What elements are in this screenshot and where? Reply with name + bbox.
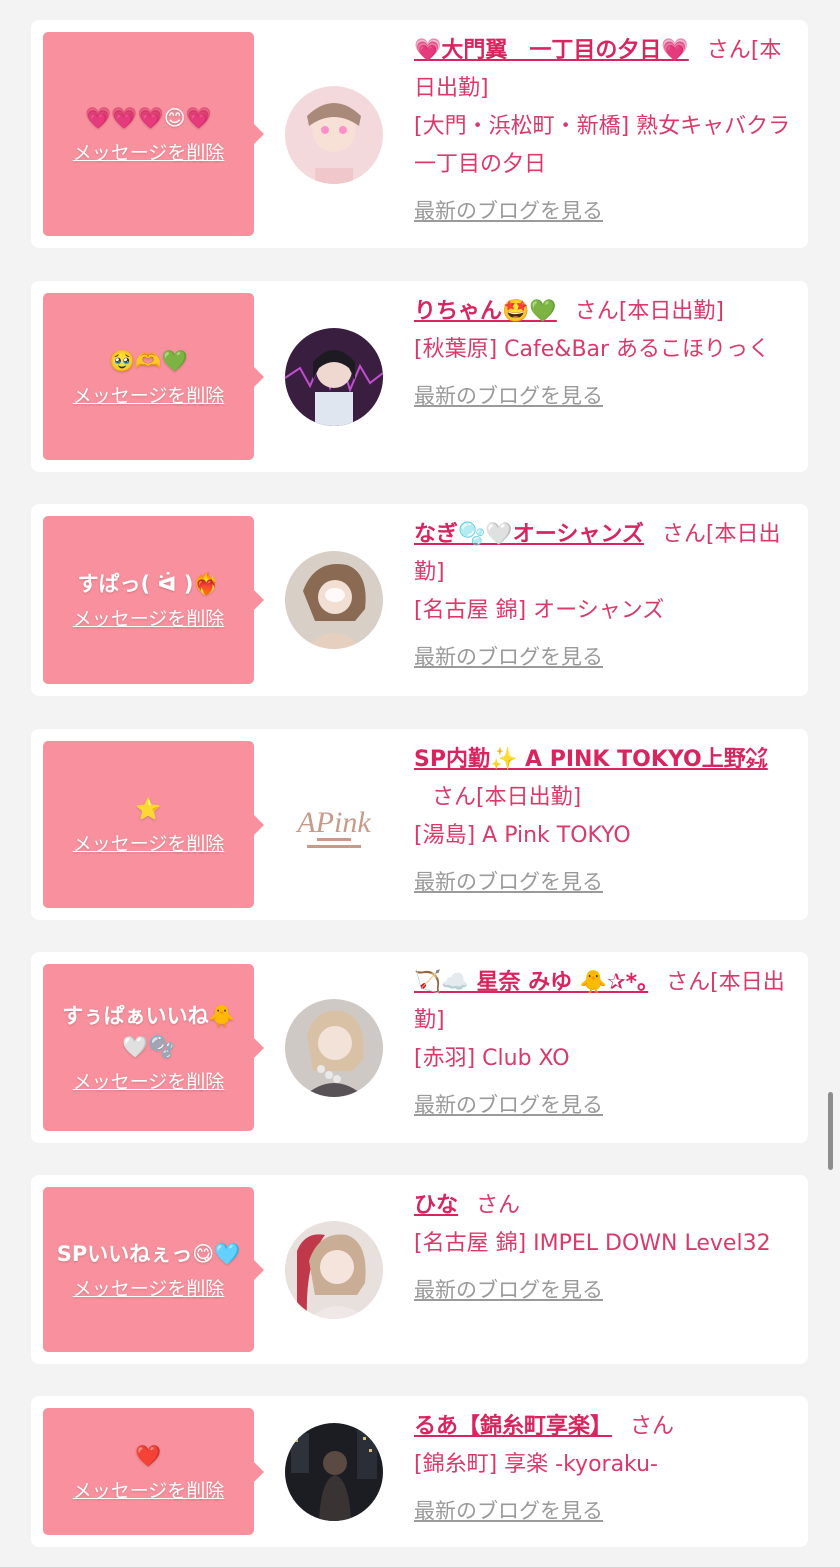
sender-name-link[interactable]: るあ【錦糸町享楽】 (414, 1414, 612, 1439)
view-blog-link[interactable]: 最新のブログを見る (414, 1090, 794, 1120)
profile-photo-icon (285, 328, 383, 426)
avatar[interactable] (285, 999, 383, 1097)
delete-message-button[interactable]: メッセージを削除 (73, 1067, 225, 1094)
scrollbar[interactable] (828, 1092, 833, 1170)
message-card: すぅぱぁいいね🐥🤍🫧 メッセージを削除 🏹☁️ 星奈 みゆ 🐥✰*｡ さん[本日出… (31, 952, 808, 1143)
honorific: さん (574, 299, 619, 324)
message-text: 🥹🫶💚 (109, 348, 188, 373)
message-card: 🥹🫶💚 メッセージを削除 りちゃん🤩💚 さん[本日出勤] [秋葉原] Cafe&B… (31, 281, 808, 472)
sender-name-link[interactable]: SP内勤✨ A PINK TOKYO上野㌶ (414, 747, 768, 772)
honorific: さん (432, 785, 477, 810)
delete-message-button[interactable]: メッセージを削除 (73, 381, 225, 408)
profile-photo-icon (285, 999, 383, 1097)
avatar[interactable]: APink (285, 776, 383, 874)
message-text: すぅぱぁいいね🐥🤍🫧 (62, 1004, 235, 1059)
view-blog-link[interactable]: 最新のブログを見る (414, 381, 794, 411)
view-blog-link[interactable]: 最新のブログを見る (414, 1275, 794, 1305)
profile-photo-icon (285, 1423, 383, 1521)
honorific: さん (706, 38, 751, 63)
status-text: [本日出勤] (476, 785, 582, 810)
message-bubble: すぱっ( ᐛ )❤️‍🔥 メッセージを削除 (43, 516, 264, 684)
shop-info: [赤羽] Club XO (414, 1046, 570, 1071)
shop-info: [大門・浜松町・新橋] 熟女キャバクラ 一丁目の夕日 (414, 114, 791, 177)
message-info: りちゃん🤩💚 さん[本日出勤] [秋葉原] Cafe&Bar あるこほりっく 最新… (414, 293, 794, 411)
message-info: 💗大門翼 一丁目の夕日💗 さん[本日出勤] [大門・浜松町・新橋] 熟女キャバクラ… (414, 32, 794, 226)
sender-name-link[interactable]: 🏹☁️ 星奈 みゆ 🐥✰*｡ (414, 970, 648, 995)
sender-name-link[interactable]: なぎ🫧🤍オーシャンズ (414, 522, 644, 547)
message-bubble: 🥹🫶💚 メッセージを削除 (43, 293, 264, 460)
message-bubble: ⭐ メッセージを削除 (43, 741, 264, 908)
delete-message-button[interactable]: メッセージを削除 (73, 1274, 225, 1301)
message-text: SPいいねぇっ😋🩵 (56, 1241, 241, 1266)
view-blog-link[interactable]: 最新のブログを見る (414, 642, 794, 672)
message-info: なぎ🫧🤍オーシャンズ さん[本日出勤] [名古屋 錦] オーシャンズ 最新のブログ… (414, 516, 794, 672)
message-info: 🏹☁️ 星奈 みゆ 🐥✰*｡ さん[本日出勤] [赤羽] Club XO 最新のブ… (414, 964, 794, 1120)
message-bubble: 💗💗💗😊💗 メッセージを削除 (43, 32, 264, 236)
message-card: すぱっ( ᐛ )❤️‍🔥 メッセージを削除 なぎ🫧🤍オーシャンズ さん[本日出勤]… (31, 504, 808, 696)
message-text: ❤️ (135, 1443, 162, 1468)
avatar[interactable] (285, 551, 383, 649)
honorific: さん (476, 1193, 521, 1218)
honorific: さん (630, 1414, 675, 1439)
delete-message-button[interactable]: メッセージを削除 (73, 829, 225, 856)
message-list: 💗💗💗😊💗 メッセージを削除 💗大門翼 一丁目の夕日💗 さん[本日出勤] [大門・… (0, 0, 840, 1567)
message-info: SP内勤✨ A PINK TOKYO上野㌶さん[本日出勤] [湯島] A Pin… (414, 741, 794, 897)
avatar[interactable] (285, 328, 383, 426)
view-blog-link[interactable]: 最新のブログを見る (414, 1496, 794, 1526)
shop-info: [名古屋 錦] IMPEL DOWN Level32 (414, 1231, 771, 1256)
honorific: さん (666, 970, 711, 995)
message-text: すぱっ( ᐛ )❤️‍🔥 (77, 572, 220, 596)
message-text: 💗💗💗😊💗 (85, 106, 212, 130)
message-bubble: SPいいねぇっ😋🩵 メッセージを削除 (43, 1187, 264, 1352)
avatar[interactable] (285, 86, 383, 184)
shop-info: [錦糸町] 享楽 -kyoraku- (414, 1452, 658, 1477)
shop-info: [湯島] A Pink TOKYO (414, 823, 631, 848)
message-info: ひな さん [名古屋 錦] IMPEL DOWN Level32 最新のブログを見… (414, 1187, 794, 1305)
sender-name-link[interactable]: 💗大門翼 一丁目の夕日💗 (414, 38, 689, 63)
avatar[interactable] (285, 1221, 383, 1319)
avatar[interactable] (285, 1423, 383, 1521)
svg-text:APink: APink (295, 806, 371, 839)
delete-message-button[interactable]: メッセージを削除 (73, 138, 225, 165)
sender-name-link[interactable]: ひな (414, 1193, 458, 1218)
message-info: るあ【錦糸町享楽】 さん [錦糸町] 享楽 -kyoraku- 最新のブログを見る (414, 1408, 794, 1526)
apink-logo-icon: APink (285, 776, 383, 874)
profile-photo-icon (285, 551, 383, 649)
sender-name-link[interactable]: りちゃん🤩💚 (414, 299, 557, 324)
view-blog-link[interactable]: 最新のブログを見る (414, 196, 794, 226)
status-text: [本日出勤] (618, 299, 724, 324)
shop-info: [名古屋 錦] オーシャンズ (414, 598, 665, 623)
delete-message-button[interactable]: メッセージを削除 (73, 604, 225, 631)
view-blog-link[interactable]: 最新のブログを見る (414, 867, 794, 897)
message-card: SPいいねぇっ😋🩵 メッセージを削除 ひな さん [名古屋 錦] IMPEL DO… (31, 1175, 808, 1364)
message-text: ⭐ (135, 796, 162, 821)
message-card: ❤️ メッセージを削除 るあ【錦糸町享楽】 さん [錦糸町] 享楽 -kyorak… (31, 1396, 808, 1547)
message-card: 💗💗💗😊💗 メッセージを削除 💗大門翼 一丁目の夕日💗 さん[本日出勤] [大門・… (31, 20, 808, 248)
profile-photo-icon (285, 1221, 383, 1319)
honorific: さん (661, 522, 706, 547)
profile-photo-icon (285, 86, 383, 184)
message-bubble: すぅぱぁいいね🐥🤍🫧 メッセージを削除 (43, 964, 264, 1131)
delete-message-button[interactable]: メッセージを削除 (73, 1476, 225, 1503)
message-card: ⭐ メッセージを削除 APink SP内勤✨ A PINK TOKYO上野㌶さん… (31, 729, 808, 920)
shop-info: [秋葉原] Cafe&Bar あるこほりっく (414, 337, 771, 362)
message-bubble: ❤️ メッセージを削除 (43, 1408, 264, 1535)
